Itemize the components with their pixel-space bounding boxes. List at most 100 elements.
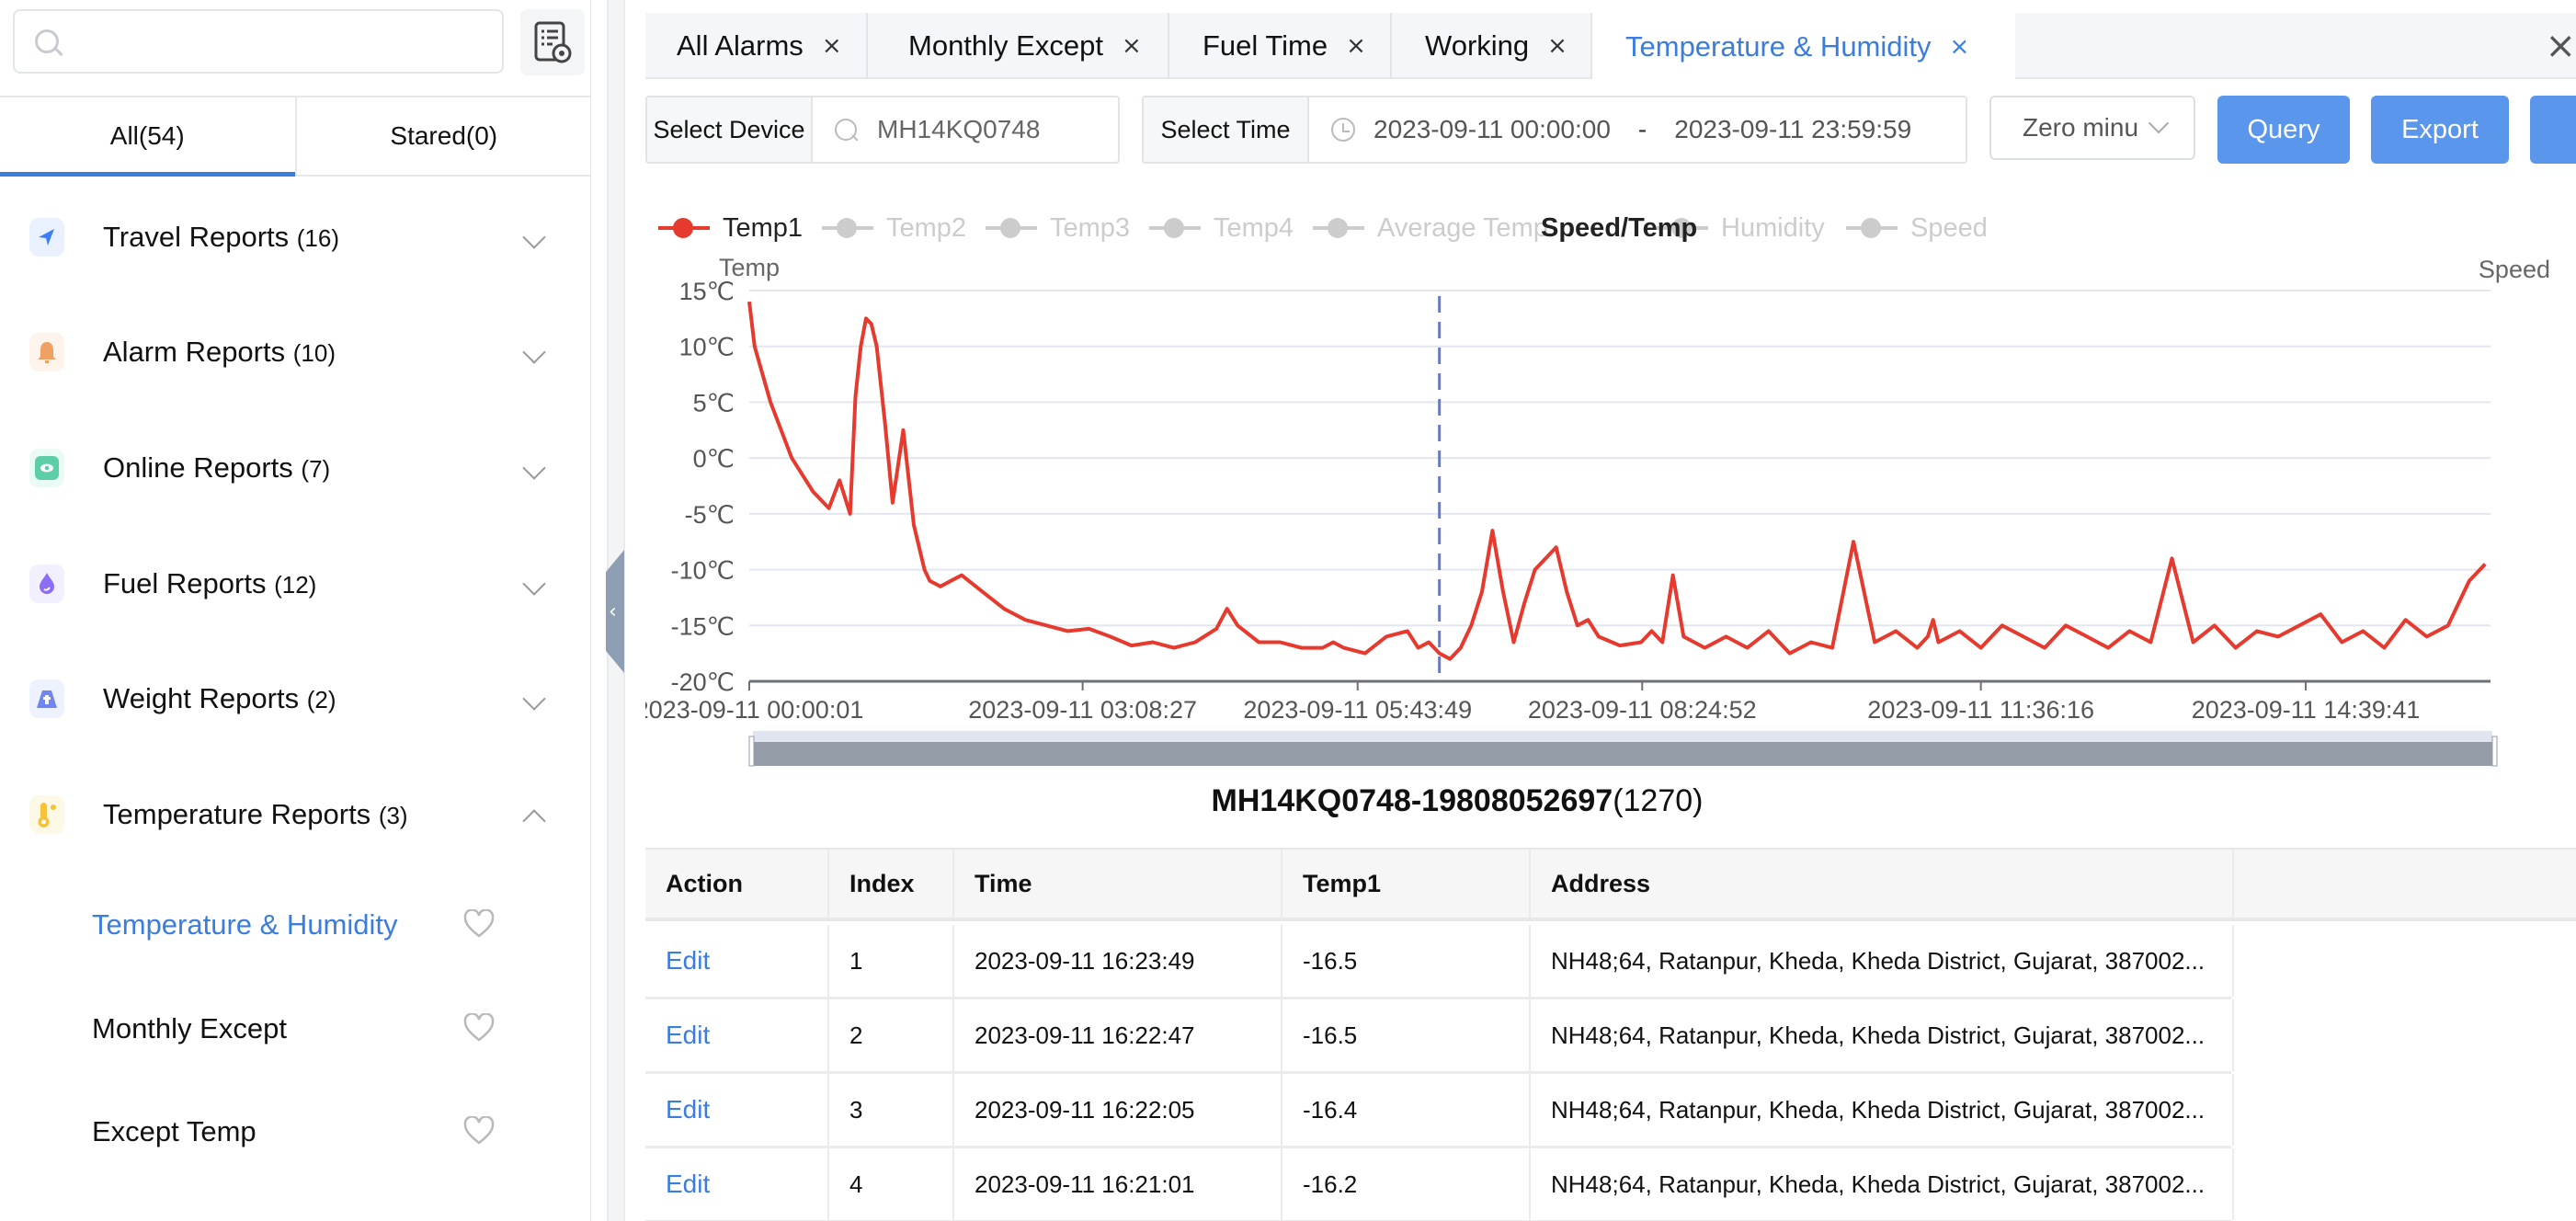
category-count: (12) [274, 571, 317, 599]
close-tab-icon[interactable]: × [1122, 32, 1142, 60]
report-sidebar: All(54) Stared(0) Travel Reports (16) Al… [0, 0, 591, 1221]
cell-address: NH48;64, Ratanpur, Kheda, Kheda District… [1531, 999, 2234, 1071]
category-label: Travel Reports [103, 221, 290, 253]
tab-temperature-humidity[interactable]: Temperature & Humidity × [1592, 13, 2015, 81]
legend-label: Temp3 [1050, 212, 1131, 243]
heart-favorite-icon[interactable] [463, 1116, 495, 1146]
tab-label: Monthly Except [908, 29, 1103, 62]
device-input[interactable]: MH14KQ0748 [813, 97, 1040, 162]
sidebar-subitem-temperature-humidity[interactable]: Temperature & Humidity [92, 893, 570, 957]
edit-link[interactable]: Edit [645, 925, 829, 997]
sidebar-tab-stared[interactable]: Stared(0) [294, 97, 592, 175]
category-label: Online Reports [103, 451, 293, 484]
table-title-device: MH14KQ0748-19808052697 [1211, 783, 1613, 818]
interval-select-value: Zero minu [2023, 113, 2139, 142]
tab-bar: All Alarms × Monthly Except × Fuel Time × W… [645, 13, 2576, 81]
sidebar-category-temperature[interactable]: Temperature Reports (3) [0, 778, 591, 851]
sidebar-category-travel[interactable]: Travel Reports (16) [0, 200, 591, 274]
legend-item-temp4[interactable]: Temp4 [1149, 204, 1294, 252]
temperature-chart[interactable]: Temp Speed 15℃ 10℃ 5℃ 0℃ -5℃ -10℃ -15℃ -20℃ 2023-0… [645, 248, 2576, 782]
heart-favorite-icon[interactable] [463, 1013, 495, 1043]
tab-fuel-time[interactable]: Fuel Time × [1169, 13, 1392, 79]
sidebar-category-online[interactable]: Online Reports (7) [0, 431, 591, 505]
legend-item-temp2[interactable]: Temp2 [822, 204, 966, 252]
device-filter-label: Select Device [647, 97, 813, 162]
legend-item-temp3[interactable]: Temp3 [986, 204, 1130, 252]
tab-label: Temperature & Humidity [1625, 30, 1932, 63]
heart-favorite-icon[interactable] [463, 909, 495, 939]
eye-icon [29, 449, 64, 487]
close-tab-icon[interactable]: × [1346, 32, 1366, 60]
x-tick-label: 2023-09-11 14:39:41 [2192, 696, 2421, 724]
category-label: Alarm Reports [103, 336, 286, 368]
sidebar-category-alarm[interactable]: Alarm Reports (10) [0, 315, 591, 389]
x-tick-label: 2023-09-11 03:08:27 [968, 696, 1197, 724]
column-header-temp1[interactable]: Temp1 [1282, 850, 1531, 918]
legend-item-speed[interactable]: Speed [1846, 204, 1988, 252]
tab-working[interactable]: Working × [1392, 13, 1592, 79]
edit-link[interactable]: Edit [645, 1074, 829, 1146]
legend-item-average-temp[interactable]: Average Temp [1313, 204, 1548, 252]
legend-marker [1846, 218, 1898, 238]
edit-link[interactable]: Edit [645, 1148, 829, 1220]
table-title: MH14KQ0748-19808052697(1270) [645, 783, 2269, 819]
extra-action-button[interactable] [2530, 96, 2576, 164]
cell-index: 2 [829, 999, 954, 1071]
category-count: (10) [292, 339, 336, 367]
close-tab-icon[interactable]: × [1950, 33, 1970, 61]
subitem-label: Except Temp [92, 1115, 256, 1147]
chart-legend: Temp1 Temp2 Temp3 Temp4 Average Temp Hum… [645, 204, 2576, 252]
sidebar-subitem-except-temp[interactable]: Except Temp [92, 1100, 570, 1164]
zoom-slider-track[interactable] [753, 731, 2492, 744]
chevron-left-icon: ‹ [609, 600, 617, 623]
tab-label: Working [1425, 29, 1530, 62]
chevron-down-icon[interactable] [522, 687, 546, 711]
chevron-down-icon[interactable] [522, 340, 546, 364]
cell-time: 2023-09-11 16:23:49 [954, 925, 1282, 997]
column-header-time[interactable]: Time [954, 850, 1282, 918]
zoom-slider-handle-right[interactable] [2491, 736, 2498, 767]
thermometer-icon [29, 795, 64, 834]
report-settings-button[interactable] [520, 9, 585, 75]
search-icon [35, 29, 59, 53]
sidebar-tab-all[interactable]: All(54) [0, 97, 295, 177]
cell-index: 4 [829, 1148, 954, 1220]
close-tab-icon[interactable]: × [822, 32, 842, 60]
cell-time: 2023-09-11 16:22:05 [954, 1074, 1282, 1146]
sidebar-category-weight[interactable]: Weight Reports (2) [0, 662, 591, 736]
chevron-down-icon [2148, 112, 2170, 134]
time-start: 2023-09-11 00:00:00 [1373, 115, 1611, 143]
export-button[interactable]: Export [2371, 96, 2509, 164]
sidebar-tabs: All(54) Stared(0) [0, 96, 591, 177]
chevron-up-icon[interactable] [522, 809, 546, 833]
chevron-down-icon[interactable] [522, 456, 546, 480]
tab-label: All Alarms [677, 29, 804, 62]
time-range-input[interactable]: 2023-09-11 00:00:00 - 2023-09-11 23:59:5… [1309, 97, 1911, 162]
fuel-drop-icon [29, 565, 64, 603]
chevron-down-icon[interactable] [522, 225, 546, 249]
close-tab-icon[interactable]: × [1547, 32, 1567, 60]
chevron-down-icon[interactable] [522, 572, 546, 596]
y-axis-right-title: Speed [2479, 256, 2550, 283]
y-tick-label: -20℃ [671, 668, 735, 696]
interval-select[interactable]: Zero minu [1989, 96, 2195, 160]
query-button[interactable]: Query [2217, 96, 2350, 164]
sidebar-category-fuel[interactable]: Fuel Reports (12) [0, 547, 591, 621]
zoom-slider-fill[interactable] [753, 742, 2492, 766]
chart-canvas[interactable]: Temp Speed15℃10℃5℃0℃-5℃-10℃-15℃-20℃2023-0… [645, 248, 2576, 782]
column-header-index[interactable]: Index [829, 850, 954, 918]
sidebar-subitem-monthly-except[interactable]: Monthly Except [92, 997, 570, 1061]
close-all-tabs-icon[interactable]: × [2545, 13, 2576, 79]
cell-index: 1 [829, 925, 954, 997]
legend-item-temp1[interactable]: Temp1 [658, 204, 803, 252]
chart-title: Speed/Temp [1541, 213, 1698, 243]
report-search-input[interactable] [13, 9, 504, 74]
cell-address: NH48;64, Ratanpur, Kheda, Kheda District… [1531, 1148, 2234, 1220]
y-tick-label: -15℃ [671, 612, 735, 640]
y-tick-label: -5℃ [685, 501, 735, 529]
tab-all-alarms[interactable]: All Alarms × [645, 13, 868, 79]
table-row: Edit 4 2023-09-11 16:21:01 -16.2 NH48;64, Ra… [645, 1148, 2234, 1221]
edit-link[interactable]: Edit [645, 999, 829, 1071]
zoom-slider-handle-left[interactable] [748, 736, 755, 767]
tab-monthly-except[interactable]: Monthly Except × [868, 13, 1169, 79]
